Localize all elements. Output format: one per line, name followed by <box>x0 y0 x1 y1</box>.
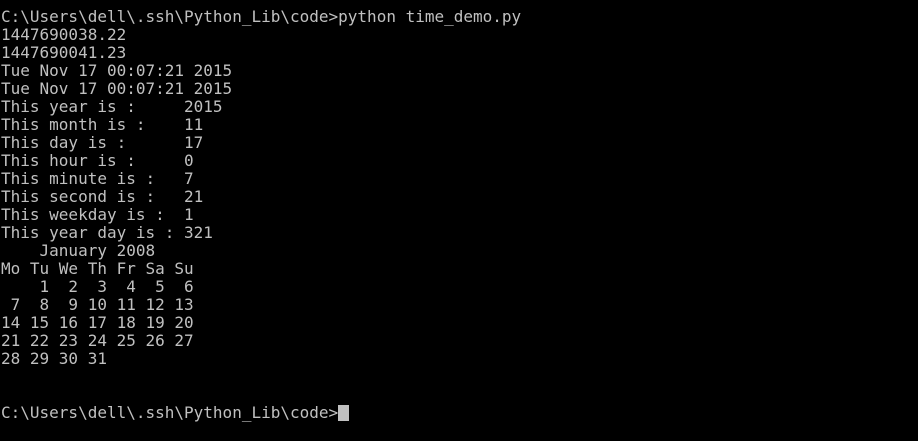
output-line: 1447690038.22 <box>1 25 127 44</box>
calendar-week: 14 15 16 17 18 19 20 <box>1 313 194 332</box>
command-line: C:\Users\dell\.ssh\Python_Lib\code>pytho… <box>1 8 918 26</box>
prompt-line[interactable]: C:\Users\dell\.ssh\Python_Lib\code> <box>1 404 918 422</box>
output-line: Tue Nov 17 00:07:21 2015 <box>1 61 233 80</box>
calendar-header: Mo Tu We Th Fr Sa Su <box>1 259 194 278</box>
calendar-title: January 2008 <box>1 241 156 260</box>
calendar-week: 28 29 30 31 <box>1 349 107 368</box>
calendar-week: 21 22 23 24 25 26 27 <box>1 331 194 350</box>
output-line: This day is : 17 <box>1 133 204 152</box>
output-line: This weekday is : 1 <box>1 205 194 224</box>
output-line: Tue Nov 17 00:07:21 2015 <box>1 79 233 98</box>
output-line: This second is : 21 <box>1 187 204 206</box>
text-cursor <box>338 405 350 421</box>
output-line: This year is : 2015 <box>1 97 223 116</box>
output-line: This hour is : 0 <box>1 151 194 170</box>
output-line: This year day is : 321 <box>1 223 213 242</box>
command-text: python time_demo.py <box>338 7 522 26</box>
output-line: This minute is : 7 <box>1 169 194 188</box>
calendar-week: 7 8 9 10 11 12 13 <box>1 295 194 314</box>
calendar-week: 1 2 3 4 5 6 <box>1 277 194 296</box>
output-line: This month is : 11 <box>1 115 204 134</box>
output-line: 1447690041.23 <box>1 43 127 62</box>
command-prompt: C:\Users\dell\.ssh\Python_Lib\code> <box>1 7 339 26</box>
final-prompt: C:\Users\dell\.ssh\Python_Lib\code> <box>1 403 339 422</box>
console-window[interactable]: C:\Users\dell\.ssh\Python_Lib\code>pytho… <box>0 0 918 441</box>
